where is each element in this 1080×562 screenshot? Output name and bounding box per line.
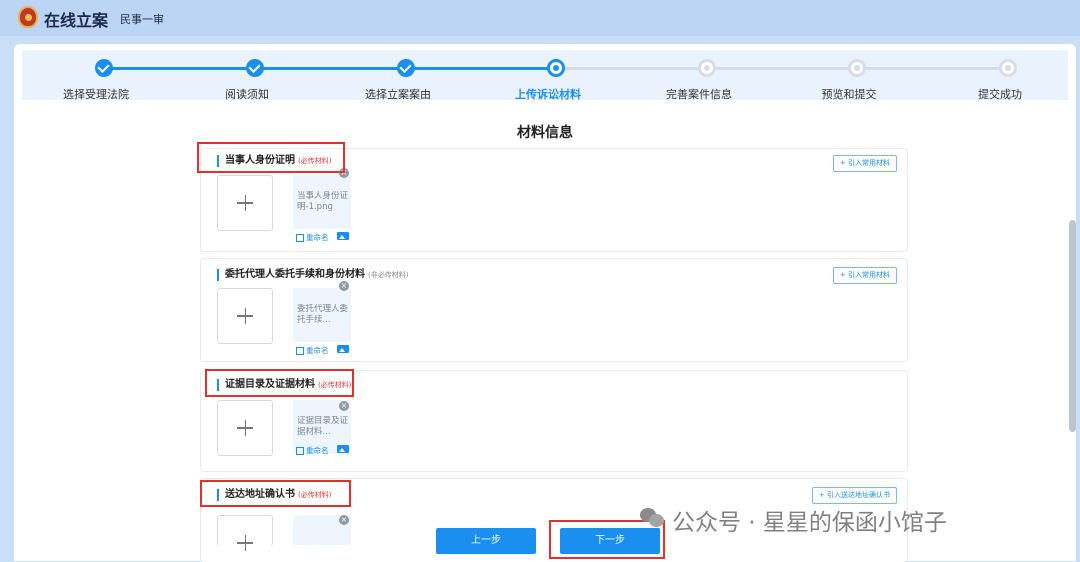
step-5-pending-icon [698,59,716,77]
progress-line-done [104,67,556,70]
upload-add-button[interactable] [217,288,273,344]
highlight-box [200,480,351,507]
rename-link[interactable]: 重命名 [296,445,329,456]
rename-label: 重命名 [306,346,329,355]
step-label-select-cause: 选择立案案由 [365,88,431,101]
step-label-read-notice: 阅读须知 [225,88,269,101]
watermark-text: 公众号 · 星星的保函小馆子 [672,510,947,536]
rename-link[interactable]: 重命名 [296,232,329,243]
delete-file-icon[interactable]: × [339,281,349,291]
step-4-current-icon [547,59,565,77]
section-title: 材料信息 [517,125,573,141]
edit-icon [296,347,304,355]
wechat-icon [640,506,666,528]
scrollbar[interactable] [1069,220,1076,432]
progress-line-todo [556,67,1008,70]
step-2-check-icon [246,59,264,77]
edit-icon [296,234,304,242]
card-title: 委托代理人委托手续和身份材料 (非必传材料) [217,269,408,281]
step-label-preview-submit: 预览和提交 [821,88,877,101]
delete-file-icon[interactable]: × [339,401,349,411]
step-label-select-court: 选择受理法院 [63,88,129,101]
image-preview-icon[interactable] [337,445,349,453]
upload-add-button[interactable] [217,400,273,456]
court-emblem-icon [18,6,38,28]
rename-label: 重命名 [306,233,329,242]
step-6-pending-icon [848,59,866,77]
highlight-box [205,369,354,397]
step-label-case-info: 完善案件信息 [666,88,732,101]
step-7-pending-icon [999,59,1017,77]
image-preview-icon[interactable] [337,345,349,353]
edit-icon [296,447,304,455]
file-thumbnail[interactable]: 当事人身份证明-1.png [293,175,351,229]
delete-file-icon[interactable]: × [339,515,349,525]
file-name: 委托代理人委托手续... [297,304,349,325]
upload-add-button[interactable] [217,515,273,551]
step-1-check-icon [95,59,113,77]
progress-steps: 选择受理法院 阅读须知 选择立案案由 上传诉讼材料 完善案件信息 预览和提交 提… [22,50,1068,101]
material-card-agent: 委托代理人委托手续和身份材料 (非必传材料) + 引入常用材料 委托代理人委托手续… [200,258,908,362]
file-name: 当事人身份证明-1.png [297,191,349,212]
file-name: 证据目录及证据材料... [297,416,349,437]
case-type-label: 民事一审 [120,13,164,26]
highlight-box [197,142,345,173]
optional-tag: (非必传材料) [368,271,409,279]
top-bar: 在线立案 民事一审 [0,0,1080,36]
step-label-upload-materials: 上传诉讼材料 [515,88,581,101]
image-preview-icon[interactable] [337,232,349,240]
rename-link[interactable]: 重命名 [296,345,329,356]
step-label-submit-success: 提交成功 [978,88,1022,101]
app-title: 在线立案 [44,11,109,30]
import-common-materials-button[interactable]: + 引入常用材料 [832,267,897,284]
import-common-materials-button[interactable]: + 引入常用材料 [832,155,897,172]
upload-add-button[interactable] [217,175,273,231]
rename-label: 重命名 [306,446,329,455]
import-address-confirmation-button[interactable]: + 引入送达地址确认书 [811,487,897,504]
card-title-text: 委托代理人委托手续和身份材料 [225,269,365,280]
file-thumbnail[interactable]: 委托代理人委托手续... [293,288,351,342]
step-3-check-icon [397,59,415,77]
main-panel: 选择受理法院 阅读须知 选择立案案由 上传诉讼材料 完善案件信息 预览和提交 提… [14,44,1076,562]
prev-step-button[interactable]: 上一步 [436,528,536,554]
